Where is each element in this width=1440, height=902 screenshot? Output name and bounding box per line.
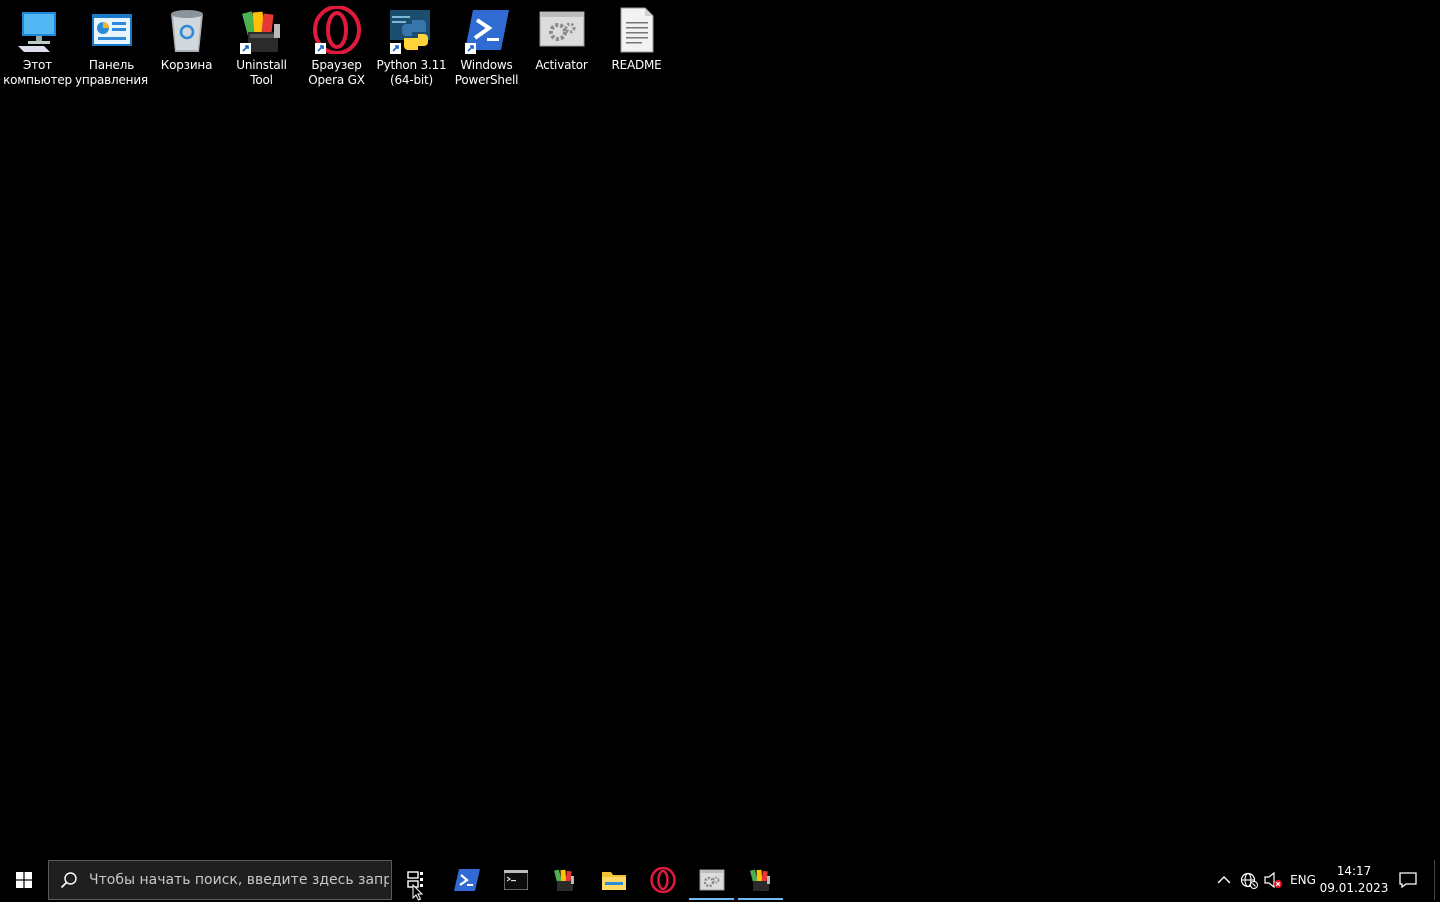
taskbar-app-file-explorer[interactable] <box>589 860 638 900</box>
cmd-icon <box>503 870 528 890</box>
desktop: Этот компьютер Панель управления Корзина… <box>0 0 1440 860</box>
opera-gx-icon <box>649 867 676 893</box>
python-icon <box>388 6 436 54</box>
desktop-icon-label: README <box>611 58 662 72</box>
clock: 14:17 09.01.2023 <box>1320 863 1389 897</box>
show-desktop-button[interactable] <box>1435 860 1440 900</box>
desktop-icon-label: Панель управления <box>75 58 148 87</box>
desktop-icon-readme[interactable]: README <box>599 6 674 96</box>
opera-gx-icon <box>312 6 361 54</box>
clock-date: 09.01.2023 <box>1319 881 1389 895</box>
search-input[interactable] <box>89 872 389 888</box>
desktop-icon-label: Корзина <box>160 58 213 72</box>
desktop-icon-label: Uninstall Tool <box>236 58 287 87</box>
input-language-indicator[interactable]: ENG <box>1286 860 1320 900</box>
this-pc-icon <box>14 6 62 54</box>
powershell-icon <box>453 869 480 891</box>
desktop-icon-label: Этот компьютер <box>3 58 72 87</box>
taskbar-app-command-prompt[interactable] <box>491 860 540 900</box>
folder-icon <box>601 872 626 890</box>
uninstall-tool-icon <box>238 6 286 54</box>
powershell-icon <box>463 6 511 54</box>
recycle-bin-icon <box>163 6 211 54</box>
desktop-icon-label: Activator <box>535 58 588 72</box>
speaker-muted-icon <box>1264 871 1282 889</box>
mouse-cursor-icon <box>412 884 424 901</box>
notification-icon <box>1399 872 1417 888</box>
shortcut-arrow-icon <box>389 43 401 54</box>
clock-button[interactable]: 14:17 09.01.2023 <box>1320 860 1389 900</box>
taskbar-app-uninstall-tool-running[interactable] <box>736 860 785 900</box>
taskbar: ENG 14:17 09.01.2023 <box>0 860 1440 900</box>
shortcut-arrow-icon <box>314 43 326 54</box>
shortcut-arrow-icon <box>464 43 476 54</box>
desktop-icon-opera-gx[interactable]: Браузер Opera GX <box>299 6 374 96</box>
chevron-up-icon <box>1217 876 1231 884</box>
desktop-icon-control-panel[interactable]: Панель управления <box>74 6 149 96</box>
shortcut-arrow-icon <box>239 43 251 54</box>
taskbar-app-opera-gx[interactable] <box>638 860 687 900</box>
desktop-icon-recycle-bin[interactable]: Корзина <box>149 6 224 96</box>
start-button[interactable] <box>0 860 48 900</box>
control-panel-icon <box>88 6 136 54</box>
desktop-icon-powershell[interactable]: Windows PowerShell <box>449 6 524 96</box>
clock-time: 14:17 <box>1336 864 1372 878</box>
desktop-icon-this-pc[interactable]: Этот компьютер <box>0 6 75 96</box>
taskbar-app-powershell[interactable] <box>442 860 491 900</box>
taskbar-app-activator[interactable] <box>687 860 736 900</box>
uninstall-tool-icon <box>749 869 770 891</box>
taskbar-search-box[interactable] <box>48 860 392 900</box>
desktop-icon-label: Windows PowerShell <box>454 58 519 87</box>
network-globe-icon <box>1240 872 1258 889</box>
action-center-button[interactable] <box>1388 860 1428 900</box>
show-hidden-icons-button[interactable] <box>1212 860 1236 900</box>
text-file-icon <box>613 6 661 54</box>
activator-icon <box>538 6 586 54</box>
desktop-icon-uninstall-tool[interactable]: Uninstall Tool <box>224 6 299 96</box>
volume-button[interactable] <box>1261 860 1285 900</box>
desktop-icon-python[interactable]: Python 3.11 (64-bit) <box>374 6 449 96</box>
taskbar-app-uninstall-tool[interactable] <box>540 860 589 900</box>
uninstall-tool-icon <box>553 869 574 891</box>
search-icon <box>49 871 89 889</box>
windows-logo-icon <box>16 872 32 888</box>
activator-icon <box>699 869 724 891</box>
desktop-icon-label: Браузер Opera GX <box>308 58 365 87</box>
network-button[interactable] <box>1237 860 1261 900</box>
desktop-icon-activator[interactable]: Activator <box>524 6 599 96</box>
desktop-icon-label: Python 3.11 (64-bit) <box>376 58 447 87</box>
